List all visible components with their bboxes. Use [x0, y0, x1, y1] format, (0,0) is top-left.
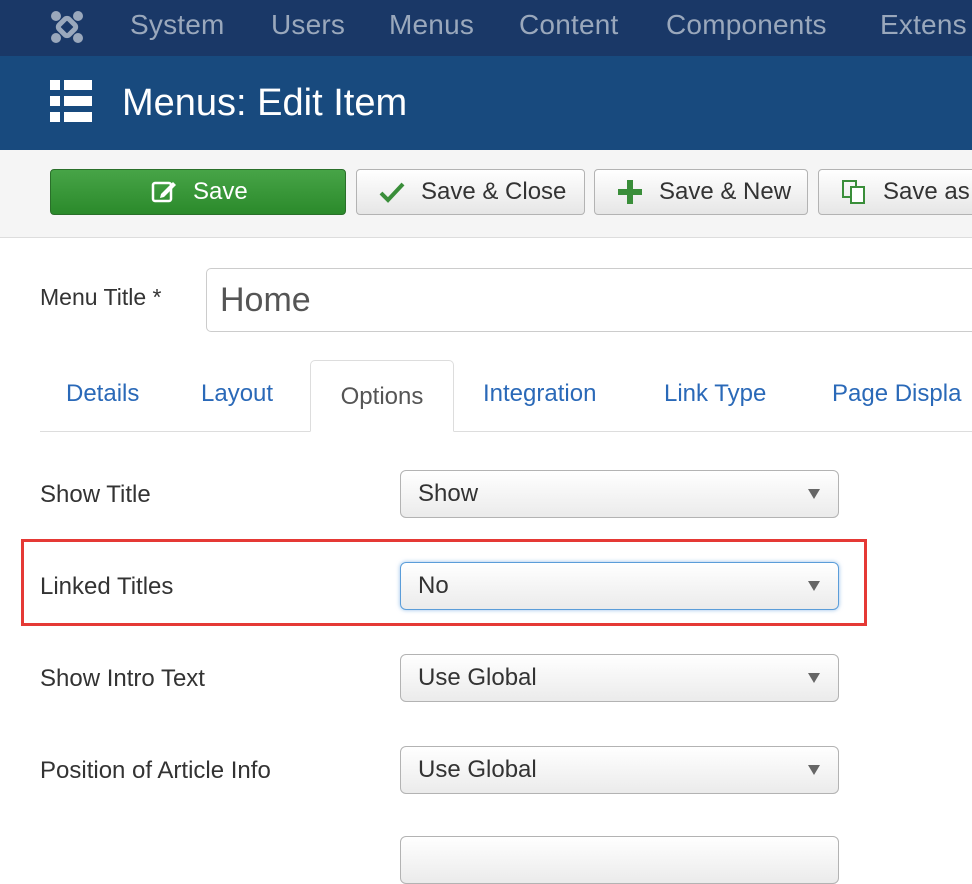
- save-new-button[interactable]: Save & New: [594, 169, 808, 215]
- save-close-button[interactable]: Save & Close: [356, 169, 585, 215]
- show-intro-text-label: Show Intro Text: [40, 665, 205, 692]
- nav-item-components[interactable]: Components: [666, 9, 827, 41]
- linked-titles-label: Linked Titles: [40, 573, 174, 600]
- menu-title-label: Menu Title *: [40, 284, 162, 310]
- caret-down-icon: [808, 765, 820, 775]
- menu-title-input[interactable]: [206, 268, 972, 332]
- save-button[interactable]: Save: [50, 169, 346, 215]
- next-option-select[interactable]: [400, 836, 839, 884]
- nav-item-system[interactable]: System: [130, 9, 225, 41]
- nav-item-content[interactable]: Content: [519, 9, 618, 41]
- linked-titles-value: No: [418, 572, 449, 599]
- article-info-position-select[interactable]: Use Global: [400, 746, 839, 794]
- show-intro-text-value: Use Global: [418, 664, 537, 691]
- toolbar: Save Save & Close Save & New Save as: [0, 150, 972, 238]
- show-title-label: Show Title: [40, 481, 151, 508]
- show-title-value: Show: [418, 480, 479, 507]
- page-header: Menus: Edit Item: [0, 56, 972, 150]
- save-as-copy-button-label: Save as: [883, 178, 970, 205]
- save-button-label: Save: [193, 178, 248, 205]
- tab-page-display[interactable]: Page Displa: [832, 380, 961, 408]
- tab-integration[interactable]: Integration: [483, 380, 596, 408]
- page-title: Menus: Edit Item: [122, 82, 408, 124]
- article-info-position-label: Position of Article Info: [40, 757, 271, 784]
- joomla-logo-icon[interactable]: [48, 8, 86, 46]
- list-icon: [50, 80, 92, 122]
- top-navbar: System Users Menus Content Components Ex…: [0, 0, 972, 56]
- nav-item-menus[interactable]: Menus: [389, 9, 474, 41]
- tab-layout[interactable]: Layout: [201, 380, 273, 408]
- linked-titles-select[interactable]: No: [400, 562, 839, 610]
- plus-icon: [618, 180, 642, 204]
- nav-item-extensions[interactable]: Extens: [880, 9, 967, 41]
- show-intro-text-select[interactable]: Use Global: [400, 654, 839, 702]
- save-new-button-label: Save & New: [659, 178, 792, 205]
- tab-link-type[interactable]: Link Type: [664, 380, 766, 408]
- tabs-divider: [40, 431, 972, 432]
- save-close-button-label: Save & Close: [421, 178, 567, 205]
- edit-icon: [151, 181, 176, 203]
- tab-details[interactable]: Details: [66, 380, 139, 408]
- check-icon: [379, 182, 405, 203]
- caret-down-icon: [808, 581, 820, 591]
- nav-item-users[interactable]: Users: [271, 9, 345, 41]
- caret-down-icon: [808, 489, 820, 499]
- copy-icon: [842, 180, 865, 204]
- tab-options[interactable]: Options: [310, 360, 454, 432]
- article-info-position-value: Use Global: [418, 756, 537, 783]
- save-as-copy-button[interactable]: Save as: [818, 169, 972, 215]
- show-title-select[interactable]: Show: [400, 470, 839, 518]
- caret-down-icon: [808, 673, 820, 683]
